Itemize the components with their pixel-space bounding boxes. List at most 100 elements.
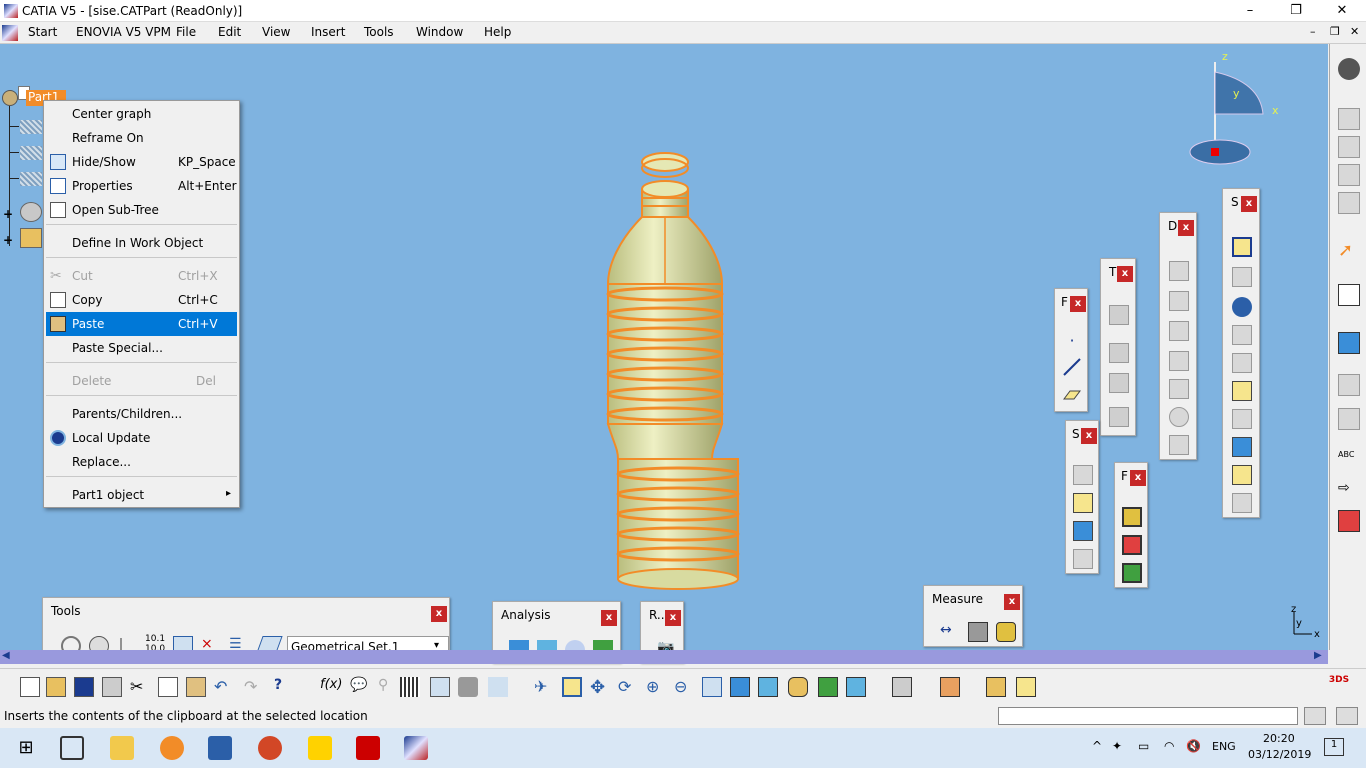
fly-icon[interactable]: ✈ [534, 677, 554, 697]
close-icon[interactable]: x [1081, 428, 1097, 444]
menu-item-part1-object[interactable]: Part1 object ▸ [46, 483, 237, 507]
print-icon[interactable] [102, 677, 122, 697]
comment-icon[interactable]: 💬 [350, 677, 370, 697]
menu-tools[interactable]: Tools [364, 25, 394, 39]
expand-icon[interactable]: + [3, 207, 13, 221]
whats-this-icon[interactable]: ? [274, 677, 294, 697]
spec-icon-4[interactable] [1338, 192, 1360, 214]
formula-icon[interactable]: f(x) [320, 677, 342, 697]
tray-time[interactable]: 20:20 [1263, 732, 1295, 745]
tray-dropbox-icon[interactable]: ✦ [1112, 739, 1122, 753]
horizontal-scrollbar[interactable]: ◀ ▶ [0, 650, 1328, 664]
sketcher-icon[interactable] [1338, 284, 1360, 306]
draft-icon[interactable] [1122, 563, 1142, 583]
tray-volume-icon[interactable]: 🔇 [1186, 739, 1201, 753]
scroll-left-icon[interactable]: ◀ [2, 650, 10, 661]
rib-icon[interactable] [1169, 407, 1189, 427]
zoom-out-icon[interactable]: ⊖ [674, 677, 694, 697]
mega-icon[interactable] [356, 736, 380, 760]
pattern-icon[interactable] [1109, 373, 1129, 393]
thickness-icon[interactable] [1232, 465, 1252, 485]
table-icon[interactable] [400, 677, 420, 697]
fill-icon[interactable] [1232, 353, 1252, 373]
multi-section-icon[interactable] [1232, 409, 1252, 429]
pocket-icon[interactable] [1169, 291, 1189, 311]
annotation-icon[interactable] [1338, 510, 1360, 532]
close-icon[interactable]: x [665, 610, 681, 626]
bottle-model[interactable] [590, 144, 760, 594]
mirror-icon[interactable] [1109, 343, 1129, 363]
select-arrow-icon[interactable]: ➚ [1338, 240, 1360, 262]
save-icon[interactable] [74, 677, 94, 697]
tray-network-icon[interactable]: ▭ [1138, 739, 1149, 753]
slot-icon[interactable] [1169, 435, 1189, 455]
edit-part-icon[interactable] [986, 677, 1006, 697]
firefox-icon[interactable] [160, 736, 184, 760]
menu-item-parents-children[interactable]: Parents/Children... [46, 402, 237, 426]
close-icon[interactable]: x [601, 610, 617, 626]
measure-item-icon[interactable] [968, 622, 988, 642]
rotate-icon[interactable]: ⟳ [618, 677, 638, 697]
normal-view-icon[interactable] [702, 677, 722, 697]
plane-icon[interactable] [1062, 383, 1082, 403]
sew-icon[interactable] [1073, 521, 1093, 541]
frame-icon[interactable] [1338, 408, 1360, 430]
menu-insert[interactable]: Insert [311, 25, 345, 39]
command-input[interactable] [998, 707, 1298, 725]
menu-item-copy[interactable]: Copy Ctrl+C [46, 288, 237, 312]
menu-item-center-graph[interactable]: Center graph [46, 102, 237, 126]
autocad-icon[interactable] [308, 736, 332, 760]
close-icon[interactable]: x [1178, 220, 1194, 236]
new-icon[interactable] [20, 677, 40, 697]
spec-icon[interactable] [1338, 108, 1360, 130]
menu-file[interactable]: File [176, 25, 196, 39]
wireframe-icon[interactable] [1338, 374, 1360, 396]
menu-view[interactable]: View [262, 25, 290, 39]
file-explorer-icon[interactable] [110, 736, 134, 760]
extrude-icon[interactable] [1232, 267, 1252, 287]
close-icon[interactable]: x [1130, 470, 1146, 486]
swap-space-icon[interactable] [818, 677, 838, 697]
close-icon[interactable]: x [1241, 196, 1257, 212]
fit-all-icon[interactable] [562, 677, 582, 697]
iso-view-icon[interactable] [730, 677, 750, 697]
zx-plane-icon[interactable] [20, 172, 42, 186]
catia-logo-icon[interactable] [2, 25, 18, 41]
spec-icon-3[interactable] [1338, 164, 1360, 186]
tray-date[interactable]: 03/12/2019 [1248, 748, 1311, 761]
tray-chevron-icon[interactable]: ^ [1092, 739, 1102, 753]
sweep-icon[interactable] [1232, 325, 1252, 345]
render-icon[interactable] [846, 677, 866, 697]
shaft-icon[interactable] [1169, 321, 1189, 341]
notification-icon[interactable]: 1 [1324, 738, 1344, 756]
arrow-icon[interactable]: ⇨ [1338, 480, 1360, 502]
lock-icon[interactable] [458, 677, 478, 697]
part-body-icon[interactable] [20, 202, 42, 222]
trim-icon[interactable] [1073, 493, 1093, 513]
blend-icon[interactable] [1232, 437, 1252, 457]
redo-icon[interactable]: ↷ [244, 677, 264, 697]
close-icon[interactable]: x [431, 606, 447, 622]
material-icon[interactable] [940, 677, 960, 697]
expand-icon[interactable]: + [3, 233, 13, 247]
pad-icon[interactable] [1169, 261, 1189, 281]
word-icon[interactable] [208, 736, 232, 760]
surface-icon[interactable] [1338, 332, 1360, 354]
close-window-button[interactable]: ✕ [1319, 0, 1365, 22]
menu-item-hide-show[interactable]: Hide/Show KP_Space [46, 150, 237, 174]
maximize-button[interactable]: ❐ [1273, 0, 1319, 22]
catalog-icon[interactable] [488, 677, 508, 697]
knowledge-icon[interactable]: ⚲ [378, 677, 398, 697]
tray-language[interactable]: ENG [1212, 740, 1236, 753]
command-button-1[interactable] [1304, 707, 1326, 725]
edge-fillet-icon[interactable] [1122, 507, 1142, 527]
doc-restore-icon[interactable]: ❐ [1330, 25, 1340, 38]
thick-surface-icon[interactable] [1073, 549, 1093, 569]
menu-edit[interactable]: Edit [218, 25, 241, 39]
cut-icon[interactable]: ✂ [130, 677, 150, 697]
scale-icon[interactable] [1109, 407, 1129, 427]
menu-item-properties[interactable]: Properties Alt+Enter [46, 174, 237, 198]
pan-icon[interactable]: ✥ [590, 677, 610, 698]
menu-item-local-update[interactable]: Local Update [46, 426, 237, 450]
paste-icon[interactable] [186, 677, 206, 697]
